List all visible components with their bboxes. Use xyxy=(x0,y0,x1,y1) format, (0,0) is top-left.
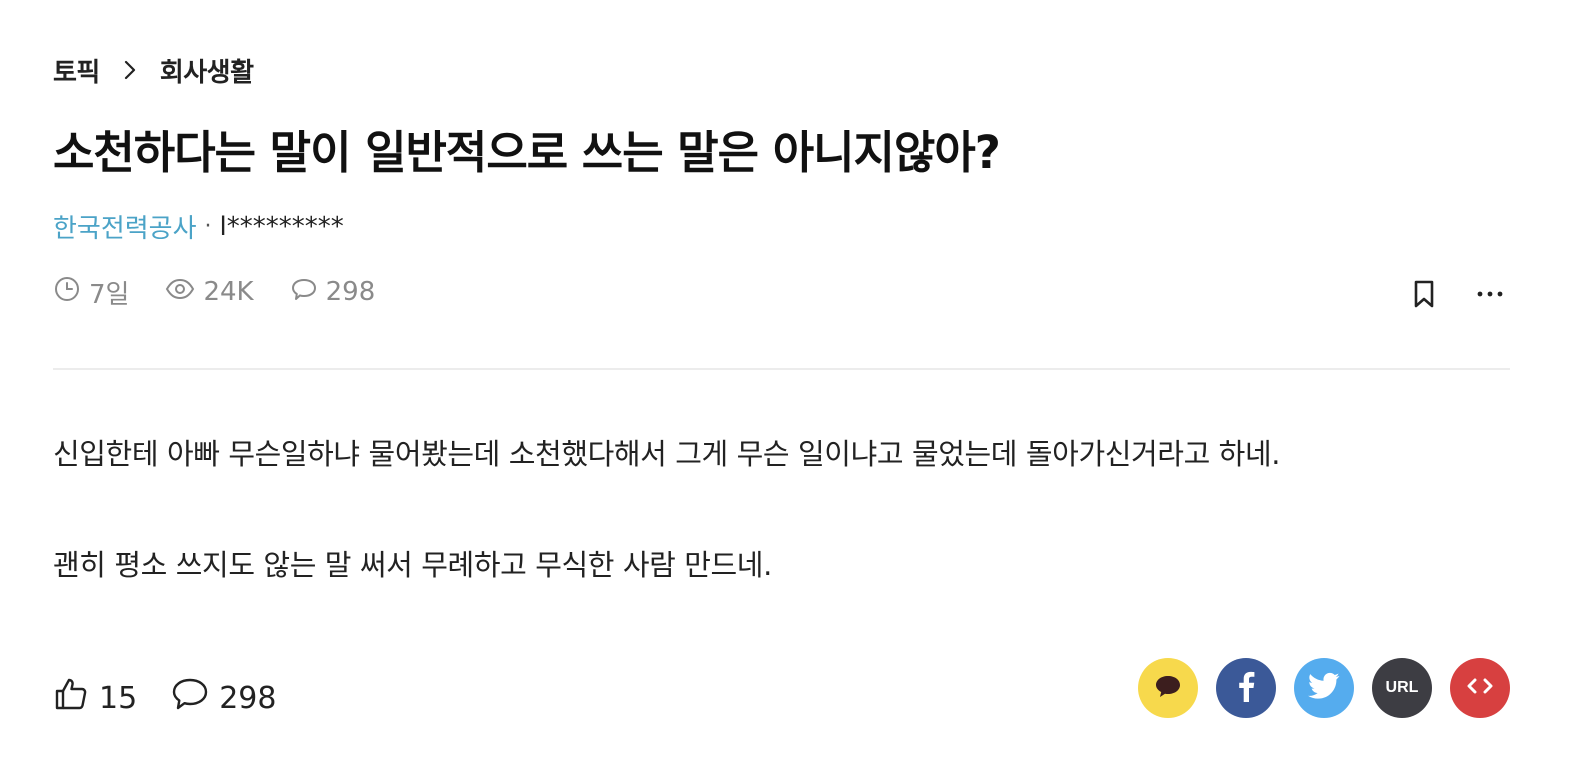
eye-icon xyxy=(165,275,203,310)
post-title: 소천하다는 말이 일반적으로 쓰는 말은 아니지않아? xyxy=(53,126,1001,179)
breadcrumb-topic[interactable]: 토픽 xyxy=(53,52,100,89)
post-paragraph: 신입한테 아빠 무슨일하냐 물어봤는데 소천했다해서 그게 무슨 일이냐고 물었… xyxy=(53,437,1281,471)
share-url-button[interactable]: URL xyxy=(1372,658,1432,718)
twitter-icon xyxy=(1308,672,1340,704)
url-label: URL xyxy=(1385,679,1419,696)
thumbs-up-icon xyxy=(53,676,99,720)
post-paragraph: 괜히 평소 쓰지도 않는 말 써서 무례하고 무식한 사람 만드네. xyxy=(53,548,772,582)
comment-icon xyxy=(290,275,326,310)
author-nickname: l********* xyxy=(219,211,344,242)
comment-icon xyxy=(171,676,219,720)
bookmark-icon[interactable] xyxy=(1404,274,1444,314)
time-ago: 7일 xyxy=(89,279,130,310)
kakao-icon xyxy=(1153,672,1183,704)
share-kakao-button[interactable] xyxy=(1138,658,1198,718)
chevron-right-icon xyxy=(112,52,148,88)
facebook-icon xyxy=(1236,670,1256,706)
view-count: 24K xyxy=(203,277,254,307)
post-body: 신입한테 아빠 무슨일하냐 물어봤는데 소천했다해서 그게 무슨 일이냐고 물었… xyxy=(53,432,1510,587)
comment-button[interactable]: 298 xyxy=(171,676,276,720)
post-actions xyxy=(1404,274,1510,314)
separator-dot: · xyxy=(204,214,212,239)
embed-code-icon xyxy=(1467,678,1493,698)
share-buttons: URL xyxy=(1120,658,1510,718)
like-count: 15 xyxy=(99,680,138,716)
stat-views: 24K xyxy=(165,275,254,310)
divider xyxy=(53,368,1510,370)
clock-icon xyxy=(53,275,89,310)
post-page: 토픽 회사생활 소천하다는 말이 일반적으로 쓰는 말은 아니지않아? 한국전력… xyxy=(53,0,1510,778)
like-button[interactable]: 15 xyxy=(53,676,137,720)
stat-time: 7일 xyxy=(53,274,129,311)
footer-comment-count: 298 xyxy=(219,680,277,716)
more-icon[interactable] xyxy=(1470,274,1510,314)
breadcrumb-category[interactable]: 회사생활 xyxy=(160,52,254,89)
post-footer: 15 298 xyxy=(53,668,310,728)
company-link[interactable]: 한국전력공사 xyxy=(53,208,197,245)
share-embed-button[interactable] xyxy=(1450,658,1510,718)
share-twitter-button[interactable] xyxy=(1294,658,1354,718)
post-stats: 7일 24K 298 xyxy=(53,272,411,312)
share-facebook-button[interactable] xyxy=(1216,658,1276,718)
comment-count: 298 xyxy=(325,277,376,307)
breadcrumb: 토픽 회사생활 xyxy=(53,52,254,88)
stat-comments: 298 xyxy=(290,275,376,310)
author-info: 한국전력공사 · l********* xyxy=(53,208,344,245)
